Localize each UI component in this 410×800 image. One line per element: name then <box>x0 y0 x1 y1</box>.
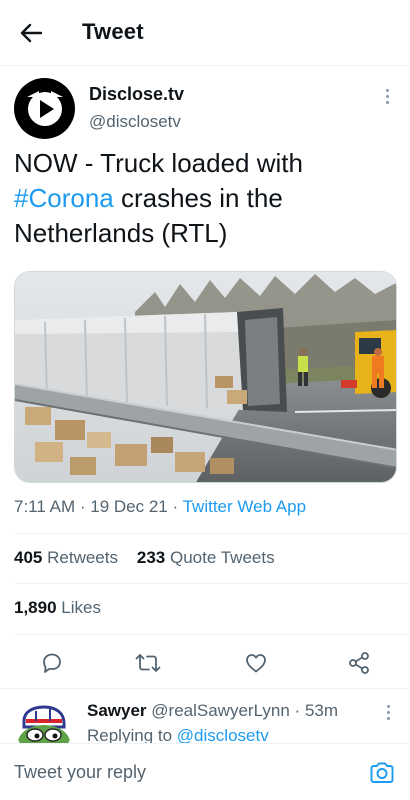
more-dot <box>386 716 390 720</box>
retweets-stat[interactable]: 405 Retweets <box>14 548 118 567</box>
author-handle[interactable]: @disclosetv <box>89 112 181 132</box>
page-title: Tweet <box>82 19 144 44</box>
share-button[interactable] <box>344 648 374 678</box>
hashtag-link[interactable]: #Corona <box>14 183 114 213</box>
crashed-truck-image <box>15 272 396 482</box>
retweet-stats: 405 Retweets 233 Quote Tweets <box>14 548 275 568</box>
back-button[interactable] <box>14 18 48 48</box>
reply-tweet[interactable]: Sawyer @realSawyerLynn · 53m Replying to… <box>0 689 410 743</box>
more-options-button[interactable] <box>379 85 395 107</box>
tweet-text: NOW - Truck loaded with #Corona crashes … <box>14 146 399 251</box>
replying-to-line: Replying to @disclosetv <box>87 726 269 743</box>
tweet-timestamp: 7:11 AM · 19 Dec 21 · Twitter Web App <box>14 497 306 517</box>
reply-avatar[interactable] <box>16 701 72 743</box>
retweet-icon <box>135 654 161 672</box>
tweet-date[interactable]: 19 Dec 21 <box>90 497 168 516</box>
meta-separator: · <box>172 497 179 516</box>
author-avatar[interactable] <box>14 78 75 139</box>
more-dots-icon <box>386 704 390 708</box>
tweet-actions <box>0 644 410 680</box>
like-button[interactable] <box>241 648 271 678</box>
more-dot <box>386 710 390 714</box>
quotes-stat[interactable]: 233 Quote Tweets <box>137 548 275 567</box>
likes-count: 1,890 <box>14 598 57 617</box>
more-dot <box>385 100 389 104</box>
reply-more-button[interactable] <box>381 702 395 722</box>
retweet-button[interactable] <box>133 648 163 678</box>
top-bar: Tweet <box>0 0 410 66</box>
more-dot <box>385 94 389 98</box>
quotes-label: Quote Tweets <box>170 548 275 567</box>
reply-composer <box>0 743 410 800</box>
tweet-text-part: NOW - Truck loaded with <box>14 148 303 178</box>
source-app-link[interactable]: Twitter Web App <box>183 497 306 516</box>
meta-separator: · <box>79 497 86 516</box>
more-dots-icon <box>385 88 389 92</box>
arrow-left-icon <box>20 23 42 43</box>
reply-author-handle: @realSawyerLynn <box>151 701 290 720</box>
reply-separator: · <box>294 701 301 720</box>
replying-to-mention[interactable]: @disclosetv <box>177 726 269 743</box>
reply-author-name: Sawyer <box>87 701 147 720</box>
tweet-photo[interactable] <box>14 271 397 483</box>
divider <box>14 583 410 584</box>
reply-icon <box>43 653 61 673</box>
divider <box>14 533 410 534</box>
camera-button[interactable] <box>367 758 397 788</box>
heart-icon <box>246 654 266 673</box>
frog-avatar-icon <box>16 701 72 743</box>
share-icon <box>349 652 369 674</box>
likes-stat[interactable]: 1,890 Likes <box>14 598 101 618</box>
author-name[interactable]: Disclose.tv <box>89 84 184 105</box>
tweet-time[interactable]: 7:11 AM <box>14 497 75 516</box>
likes-label: Likes <box>61 598 101 617</box>
replying-prefix: Replying to <box>87 726 173 743</box>
reply-author[interactable]: Sawyer @realSawyerLynn · 53m <box>87 701 338 721</box>
retweets-label: Retweets <box>47 548 118 567</box>
reply-button[interactable] <box>37 648 67 678</box>
camera-icon <box>370 762 394 783</box>
retweets-count: 405 <box>14 548 43 567</box>
disclose-logo-icon <box>26 90 63 126</box>
reply-time: 53m <box>304 701 339 720</box>
reply-input[interactable] <box>0 744 350 800</box>
divider <box>14 634 410 635</box>
quotes-count: 233 <box>136 548 166 567</box>
